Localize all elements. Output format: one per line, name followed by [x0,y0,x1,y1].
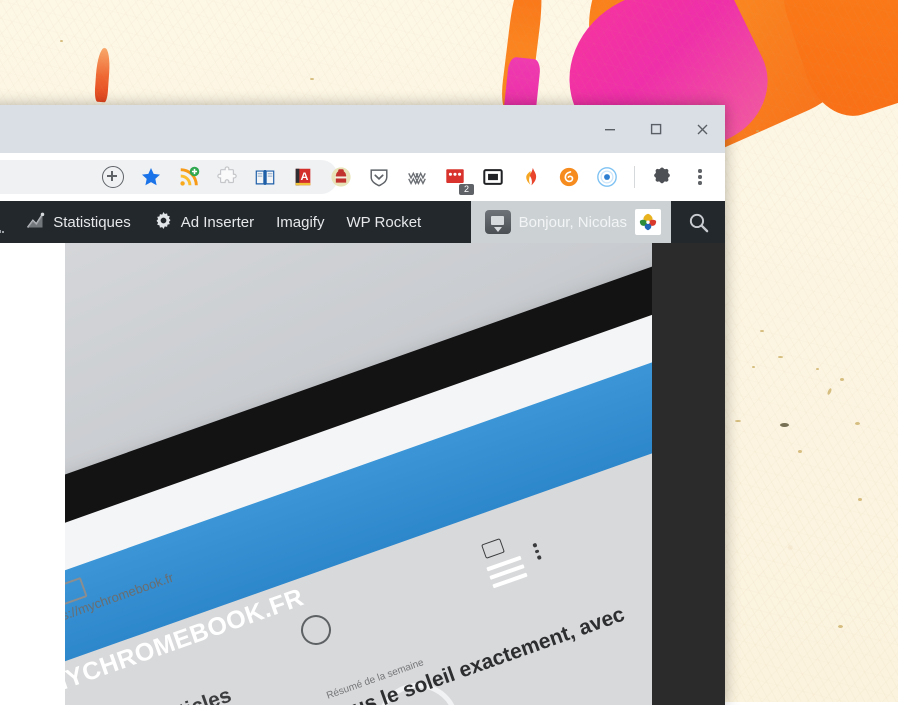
adminbar-label: WP Rocket [346,214,421,231]
admin-bar-left-group: Math SEO Statistiques [0,201,432,243]
wallpaper-fleck [827,388,833,396]
adminbar-item-wp-rocket[interactable]: WP Rocket [335,201,432,243]
page-viewport: ps://mychromebook.fr MYCHROMEBOOK.FR Lat… [0,243,725,705]
wallpaper-fleck [798,450,802,453]
pocket-shield-icon[interactable] [365,163,393,191]
chart-line-icon [25,210,46,235]
wallpaper-fleck [735,420,741,422]
sparkline-chart [0,211,14,233]
wallpaper-fleck [840,378,844,381]
toolbar-divider [634,166,635,188]
extensions-puzzle-icon[interactable] [648,163,676,191]
plus-circle-icon[interactable] [99,163,127,191]
article-hero-photo[interactable]: ps://mychromebook.fr MYCHROMEBOOK.FR Lat… [65,243,652,705]
wallpaper-fleck [816,368,819,370]
wallpaper-fleck [858,498,862,501]
open-book-icon[interactable] [251,163,279,191]
howdy-greeting[interactable]: Bonjour, Nicolas [471,201,671,243]
adminbar-label: Ad Inserter [181,214,254,231]
wallpaper-fleck [778,356,783,358]
maximize-button[interactable] [633,105,679,153]
sparkline-bar [2,231,4,233]
adminbar-item-ad-inserter[interactable]: Ad Inserter [142,201,265,243]
browser-window: A [0,105,725,705]
wallpaper-fleck [752,366,755,368]
adminbar-item-statistiques[interactable]: Statistiques [14,201,142,243]
three-dot-menu-icon[interactable] [686,163,714,191]
adminbar-label: Imagify [276,214,324,231]
avatar[interactable] [635,209,661,235]
wave-lines-icon[interactable] [403,163,431,191]
wallpaper-fleck [780,423,789,427]
star-icon[interactable] [137,163,165,191]
orange-swirl-icon[interactable] [555,163,583,191]
adminbar-label: Statistiques [53,214,131,231]
address-bar[interactable] [0,160,338,194]
red-note-icon[interactable]: 2 [441,163,469,191]
flame-icon[interactable] [517,163,545,191]
wallpaper-stroke-red-small [94,48,111,103]
puzzle-outline-icon[interactable] [213,163,241,191]
admin-bar-right-group: Bonjour, Nicolas [471,201,725,243]
extension-badge-count: 2 [459,184,474,195]
wallpaper-stroke-orange-edge [768,0,898,127]
browser-toolbar: A [0,153,725,201]
pip-icon[interactable] [479,163,507,191]
wallpaper-fleck [855,422,860,425]
adminbar-item-imagify[interactable]: Imagify [265,201,335,243]
wallpaper-fleck [760,330,764,332]
greeting-label: Bonjour, Nicolas [519,214,627,231]
wallpaper-fleck [838,625,843,628]
backpack-icon[interactable] [327,163,355,191]
wallpaper-fleck [756,130,759,132]
wallpaper-fleck [310,78,314,80]
wallpaper-stroke-orange-thin [500,0,547,111]
comment-bubble-icon[interactable] [485,210,511,234]
svg-text:A: A [300,171,308,183]
wordpress-admin-bar: Math SEO Statistiques [0,201,725,243]
gear-icon [153,210,174,235]
red-book-icon[interactable]: A [289,163,317,191]
close-button[interactable] [679,105,725,153]
rss-add-icon[interactable] [175,163,203,191]
window-titlebar[interactable] [0,105,725,153]
window-controls [587,105,725,153]
sparkline-bar [0,230,1,233]
blue-target-icon[interactable] [593,163,621,191]
search-icon[interactable] [671,201,725,243]
wallpaper-fleck [60,40,63,42]
minimize-button[interactable] [587,105,633,153]
page-left-column [0,243,65,705]
